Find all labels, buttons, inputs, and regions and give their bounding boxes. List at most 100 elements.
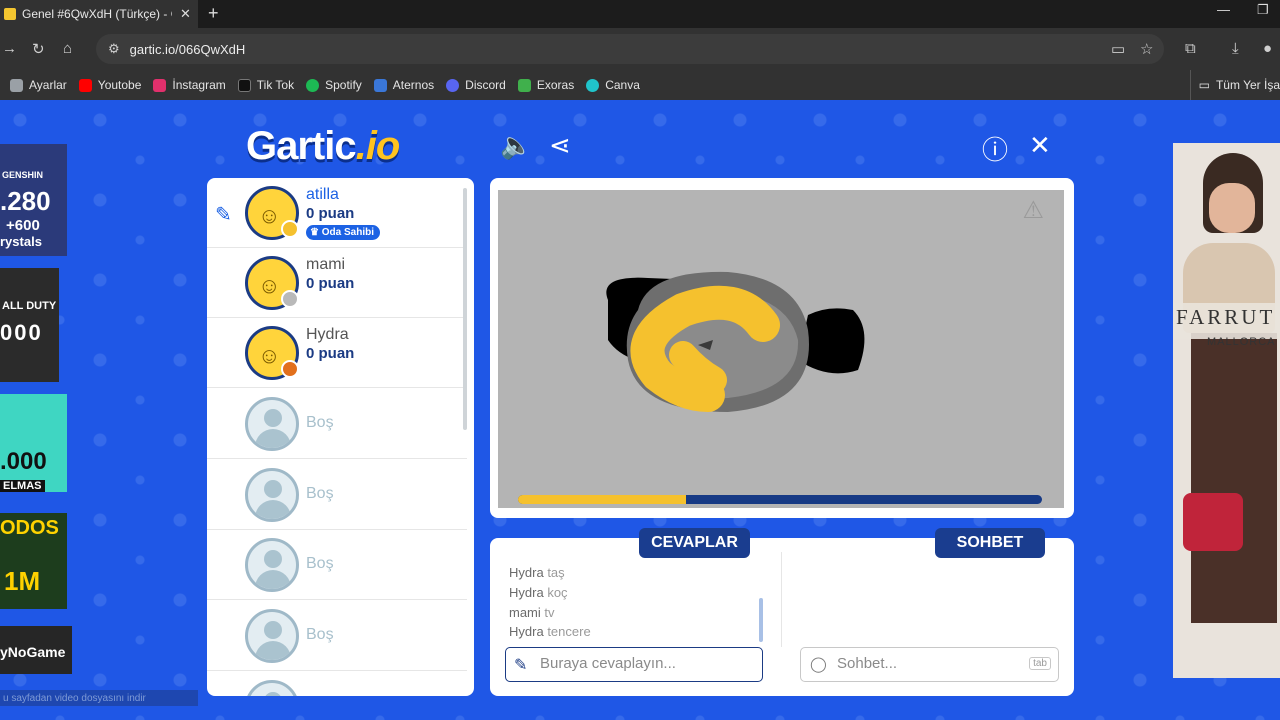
- report-warning-icon[interactable]: ⚠: [1022, 196, 1044, 225]
- gartic-page: GENSHIN .280 +600 rystals ALL DUTY 000 .…: [0, 100, 1280, 720]
- instagram-icon: [153, 78, 167, 92]
- ad-genshin[interactable]: GENSHIN .280 +600 rystals: [0, 144, 67, 256]
- room-owner-badge: ♛ Oda Sahibi: [306, 225, 380, 240]
- player-list: ✎ ☺ atilla 0 puan ♛ Oda Sahibi ☺ mami 0 …: [207, 178, 474, 696]
- gartic-favicon-icon: [4, 8, 16, 20]
- answer-line: mami tv: [509, 605, 555, 620]
- empty-slot: Boş: [207, 460, 467, 530]
- bookmark-aternos[interactable]: Aternos: [373, 78, 434, 92]
- ad-todos[interactable]: ODOS 1M: [0, 513, 67, 609]
- empty-avatar-icon: [245, 468, 299, 522]
- answer-input[interactable]: [540, 655, 755, 672]
- pencil-icon: ✎: [215, 204, 232, 226]
- empty-avatar-icon: [245, 538, 299, 592]
- empty-avatar-icon: [245, 609, 299, 663]
- player-score: 0 puan: [306, 205, 355, 222]
- tab-chat[interactable]: SOHBET: [935, 528, 1045, 558]
- player-name: atilla: [306, 186, 339, 203]
- answer-line: Hydra taş: [509, 565, 565, 580]
- ad-playnogame[interactable]: yNoGame: [0, 626, 72, 674]
- answers-scrollbar[interactable]: [759, 598, 763, 642]
- red-handbag: [1183, 493, 1243, 551]
- smiley-face-icon: ☺: [258, 343, 281, 368]
- right-ad-fashion[interactable]: FARRUT MALLORCA: [1173, 143, 1280, 678]
- empty-avatar-icon: [245, 680, 299, 696]
- url-text: gartic.io/066QwXdH: [129, 41, 246, 57]
- ad-callofduty[interactable]: ALL DUTY 000: [0, 268, 59, 382]
- reload-icon[interactable]: ↻: [32, 40, 45, 58]
- drawing-canvas: ⚠: [498, 190, 1064, 508]
- info-icon[interactable]: ⓘ: [982, 130, 1008, 167]
- answer-line: Hydra koç: [509, 585, 568, 600]
- empty-slot: [207, 672, 467, 696]
- cast-icon[interactable]: ▭: [1111, 40, 1125, 58]
- player-score: 0 puan: [306, 275, 355, 292]
- player-score: 0 puan: [306, 345, 355, 362]
- profile-icon[interactable]: ●: [1263, 40, 1272, 57]
- close-icon[interactable]: ✕: [1029, 130, 1051, 161]
- bookmark-instagram[interactable]: İnstagram: [153, 78, 226, 92]
- minimize-icon[interactable]: —: [1217, 2, 1230, 17]
- bookmarks-bar: Ayarlar Youtobe İnstagram Tik Tok Spotif…: [0, 70, 1280, 100]
- brand-panel: FARRUT: [1173, 303, 1280, 339]
- site-settings-icon[interactable]: ⚙: [108, 41, 120, 57]
- all-bookmarks[interactable]: ▭ Tüm Yer İşa: [1189, 70, 1280, 100]
- bookmark-tiktok[interactable]: Tik Tok: [237, 78, 294, 92]
- chat-input-box[interactable]: ◯ tab: [800, 647, 1059, 682]
- folder-icon: ▭: [1198, 78, 1210, 92]
- panel-divider: [781, 552, 782, 647]
- player-row[interactable]: ☺ mami 0 puan: [207, 248, 467, 318]
- chat-input[interactable]: [837, 655, 1017, 672]
- player-name: Hydra: [306, 326, 349, 343]
- empty-avatar-icon: [245, 397, 299, 451]
- ad-elmas[interactable]: .000 ELMAS: [0, 394, 67, 492]
- bookmark-star-icon[interactable]: ☆: [1140, 40, 1153, 58]
- browser-tab-bar: Genel #6QwXdH (Türkçe) - Gar ✕ + — ❐: [0, 0, 1280, 28]
- status-dot: [281, 220, 299, 238]
- canva-icon: [586, 78, 600, 92]
- close-tab-icon[interactable]: ✕: [180, 6, 191, 22]
- bookmark-exoras[interactable]: Exoras: [517, 78, 574, 92]
- sound-icon[interactable]: 🔈: [500, 130, 532, 161]
- browser-tab[interactable]: Genel #6QwXdH (Türkçe) - Gar ✕: [0, 0, 198, 28]
- smiley-face-icon: ☺: [258, 203, 281, 228]
- player-name: mami: [306, 256, 346, 273]
- tab-title: Genel #6QwXdH (Türkçe) - Gar: [22, 7, 172, 21]
- download-icon[interactable]: ⤓: [1232, 40, 1239, 57]
- tab-answers[interactable]: CEVAPLAR: [639, 528, 750, 558]
- bookmark-ayarlar[interactable]: Ayarlar: [10, 78, 67, 92]
- crown-icon: ♛: [310, 227, 322, 238]
- smiley-face-icon: ☺: [258, 273, 281, 298]
- status-dot: [281, 290, 299, 308]
- aternos-icon: [373, 78, 387, 92]
- share-icon[interactable]: ⋖: [549, 130, 571, 161]
- answer-input-box[interactable]: ✎: [505, 647, 763, 682]
- tab-key-hint: tab: [1029, 657, 1051, 670]
- left-ad-column[interactable]: GENSHIN .280 +600 rystals ALL DUTY 000 .…: [0, 144, 72, 710]
- timer-fill: [518, 495, 686, 504]
- drawing-area: ⚠: [490, 178, 1074, 518]
- home-icon[interactable]: ⌂: [63, 40, 72, 57]
- video-download-bar[interactable]: u sayfadan video dosyasını indir: [0, 690, 198, 706]
- empty-slot: Boş: [207, 601, 467, 671]
- status-dot: [281, 360, 299, 378]
- url-field[interactable]: ⚙ gartic.io/066QwXdH: [96, 34, 1164, 64]
- player-row[interactable]: ✎ ☺ atilla 0 puan ♛ Oda Sahibi: [207, 178, 467, 248]
- model-trousers: [1191, 333, 1277, 623]
- chat-bubble-icon: ◯: [810, 656, 827, 673]
- extensions-icon[interactable]: ⧉: [1185, 40, 1196, 57]
- youtube-icon: [78, 78, 92, 92]
- maximize-icon[interactable]: ❐: [1257, 2, 1269, 18]
- model-face: [1209, 183, 1255, 233]
- bookmark-discord[interactable]: Discord: [446, 78, 506, 92]
- bookmark-spotify[interactable]: Spotify: [306, 78, 362, 92]
- player-row[interactable]: ☺ Hydra 0 puan: [207, 318, 467, 388]
- exoras-icon: [517, 78, 531, 92]
- new-tab-icon[interactable]: +: [208, 3, 219, 24]
- bookmark-youtube[interactable]: Youtobe: [78, 78, 141, 92]
- discord-icon: [446, 78, 460, 92]
- bookmark-canva[interactable]: Canva: [586, 78, 640, 92]
- player-list-scrollbar[interactable]: [463, 188, 467, 430]
- forward-icon[interactable]: →: [2, 40, 17, 57]
- drawing-strokes: [606, 271, 865, 412]
